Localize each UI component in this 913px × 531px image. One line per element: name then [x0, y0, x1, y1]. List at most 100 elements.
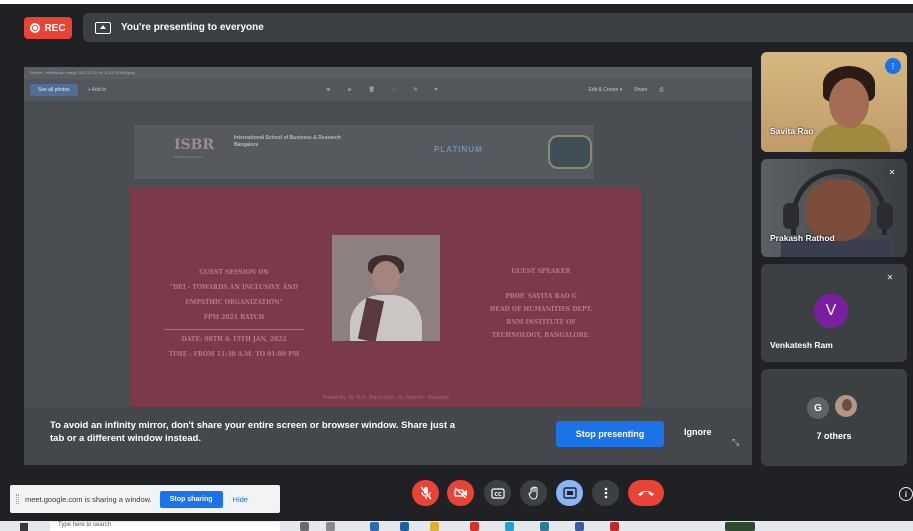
- hand-icon: [527, 486, 537, 500]
- infinity-mirror-warning: To avoid an infinity mirror, don't share…: [24, 407, 752, 465]
- photo-tools: ⊕ ⊖ 🗑 ♡ ↻ ⌗: [326, 87, 438, 93]
- store-icon[interactable]: [400, 522, 409, 531]
- participant-tile[interactable]: ✕ Prakash Rathod: [761, 159, 907, 257]
- captions-button[interactable]: CC: [484, 480, 511, 506]
- mic-off-icon: [419, 486, 432, 500]
- photos-title-bar: Photos - WhatsApp Image 2022-01-21 at 11…: [24, 67, 752, 79]
- poster-date: DATE: 08TH & 15TH JAN, 2022: [181, 336, 287, 343]
- document-header: ISBR BUSINESS SCHOOL International Schoo…: [134, 125, 594, 179]
- participant-name: Prakash Rathod: [770, 233, 835, 243]
- avatar-photo: [833, 393, 859, 419]
- hide-button[interactable]: Hide: [233, 495, 248, 504]
- participant-tile[interactable]: ⋮ Savita Rao: [761, 52, 907, 152]
- stop-presenting-button[interactable]: Stop presenting: [556, 421, 664, 447]
- presenting-banner: You're presenting to everyone: [83, 13, 913, 42]
- present-icon: [562, 487, 577, 499]
- captions-icon: CC: [490, 487, 505, 499]
- crop-icon: ⌗: [434, 87, 439, 93]
- poster-line: GUEST SESSION ON: [199, 269, 269, 276]
- muted-mic-icon: ✕: [886, 272, 894, 282]
- poster-speaker-info: GUEST SPEAKER PROF. SAVITA RAO G HEAD OF…: [450, 265, 632, 342]
- app-icon[interactable]: [505, 522, 514, 531]
- app-icon[interactable]: [575, 522, 584, 531]
- record-icon: [30, 23, 41, 33]
- partner-logo: PLATINUM: [434, 145, 483, 154]
- institute-seal: [548, 135, 592, 169]
- edit-create-button: Edit & Create ▾: [588, 87, 623, 93]
- shared-screen: Photos - WhatsApp Image 2022-01-21 at 11…: [24, 67, 752, 465]
- zoom-in-icon: ⊕: [326, 87, 332, 93]
- microphone-button[interactable]: [412, 480, 439, 506]
- participant-tile[interactable]: ✕ V Venkatesh Ram: [761, 264, 907, 362]
- ignore-button[interactable]: Ignore: [684, 427, 712, 437]
- poster-speaker-heading: GUEST SPEAKER: [511, 268, 571, 275]
- see-all-photos-button: See all photos: [30, 84, 78, 96]
- rotate-icon: ↻: [413, 87, 419, 93]
- participant-name: Savita Rao: [770, 126, 814, 136]
- share-notice-text: meet.google.com is sharing a window.: [25, 494, 152, 504]
- favorite-icon: ♡: [391, 87, 398, 93]
- windows-start-icon[interactable]: [20, 523, 28, 531]
- meeting-details-icon[interactable]: i: [899, 487, 913, 501]
- task-view-icon[interactable]: [300, 522, 309, 531]
- isbr-logo-subtext: BUSINESS SCHOOL: [174, 155, 203, 159]
- speaking-indicator-icon: ⋮: [885, 58, 901, 74]
- recording-label: REC: [44, 22, 66, 34]
- zoom-out-icon: ⊖: [347, 87, 353, 93]
- more-vert-icon: [604, 487, 607, 499]
- mirror-warning-text: To avoid an infinity mirror, don't share…: [50, 420, 456, 444]
- edge-icon[interactable]: [370, 522, 379, 531]
- poster-line: FPM 2021 BATCH: [203, 314, 265, 321]
- chrome-icon[interactable]: [470, 522, 479, 531]
- more-options-button[interactable]: [592, 480, 619, 506]
- stop-sharing-button[interactable]: Stop sharing: [159, 490, 223, 508]
- widgets-icon[interactable]: [326, 522, 335, 531]
- poster-line: EMPATHIC ORGANIZATION": [185, 299, 283, 306]
- delete-icon: 🗑: [368, 87, 376, 93]
- speaker-photo: [332, 235, 440, 341]
- poster-session-info: GUEST SESSION ON "DEI - TOWARDS AN INCLU…: [144, 265, 324, 362]
- photo-actions: Edit & Create ▾ Share ⎙: [588, 87, 663, 93]
- institute-name: International School of Business & Resea…: [234, 135, 341, 148]
- svg-text:CC: CC: [494, 492, 502, 498]
- poster-divider: [164, 329, 304, 330]
- isbr-logo: ISBR: [174, 137, 215, 153]
- screen-share-notice: meet.google.com is sharing a window. Sto…: [10, 485, 280, 513]
- poster-line: PROF. SAVITA RAO G: [505, 293, 577, 300]
- poster-time: TIME : FROM 11:30 A.M. TO 01:00 PM: [168, 351, 300, 358]
- others-tile[interactable]: G 7 others: [761, 369, 907, 466]
- raise-hand-button[interactable]: [520, 480, 547, 506]
- app-icon[interactable]: [610, 522, 619, 531]
- poster-line: "DEI - TOWARDS AN INCLUSIVE AND: [170, 284, 298, 291]
- hang-up-icon: [638, 491, 654, 496]
- muted-mic-icon: ✕: [885, 165, 899, 179]
- leave-call-button[interactable]: [628, 480, 664, 506]
- poster-line: HEAD OF HUMANITIES DEPT.: [489, 306, 593, 313]
- event-poster: GUEST SESSION ON "DEI - TOWARDS AN INCLU…: [130, 187, 642, 415]
- present-now-button[interactable]: [556, 480, 583, 506]
- photos-toolbar: See all photos + Add to ⊕ ⊖ 🗑 ♡ ↻ ⌗ Edit…: [24, 79, 752, 101]
- camera-button[interactable]: [447, 480, 474, 506]
- recording-indicator[interactable]: REC: [24, 17, 72, 39]
- window-top-edge: [0, 0, 913, 4]
- poster-hosted-by: Hosted By: Dr. M.R. Jhansi Rani, Dy. Dir…: [322, 395, 450, 401]
- avatar: V: [814, 294, 848, 328]
- expand-icon[interactable]: ⤡: [732, 437, 742, 447]
- presenting-text: You're presenting to everyone: [121, 22, 264, 33]
- others-count: 7 others: [816, 431, 852, 441]
- participant-name: Venkatesh Ram: [770, 340, 833, 350]
- windows-taskbar: Type here to search: [0, 521, 913, 531]
- drag-handle-icon[interactable]: [16, 494, 19, 504]
- file-explorer-icon[interactable]: [430, 522, 439, 531]
- app-icon[interactable]: [540, 522, 549, 531]
- poster-line: TECHNOLOGY, BANGALORE.: [491, 332, 591, 339]
- share-button: Share: [634, 87, 648, 93]
- camera-off-icon: [453, 487, 467, 499]
- add-to-button: + Add to: [87, 87, 107, 93]
- avatar: G: [807, 397, 829, 419]
- participant-video: [829, 78, 869, 128]
- present-screen-icon: [95, 21, 111, 34]
- tray-thumbnail[interactable]: [725, 522, 755, 531]
- taskbar-search[interactable]: Type here to search: [50, 522, 280, 531]
- poster-line: BNM INSTITUTE OF: [506, 319, 576, 326]
